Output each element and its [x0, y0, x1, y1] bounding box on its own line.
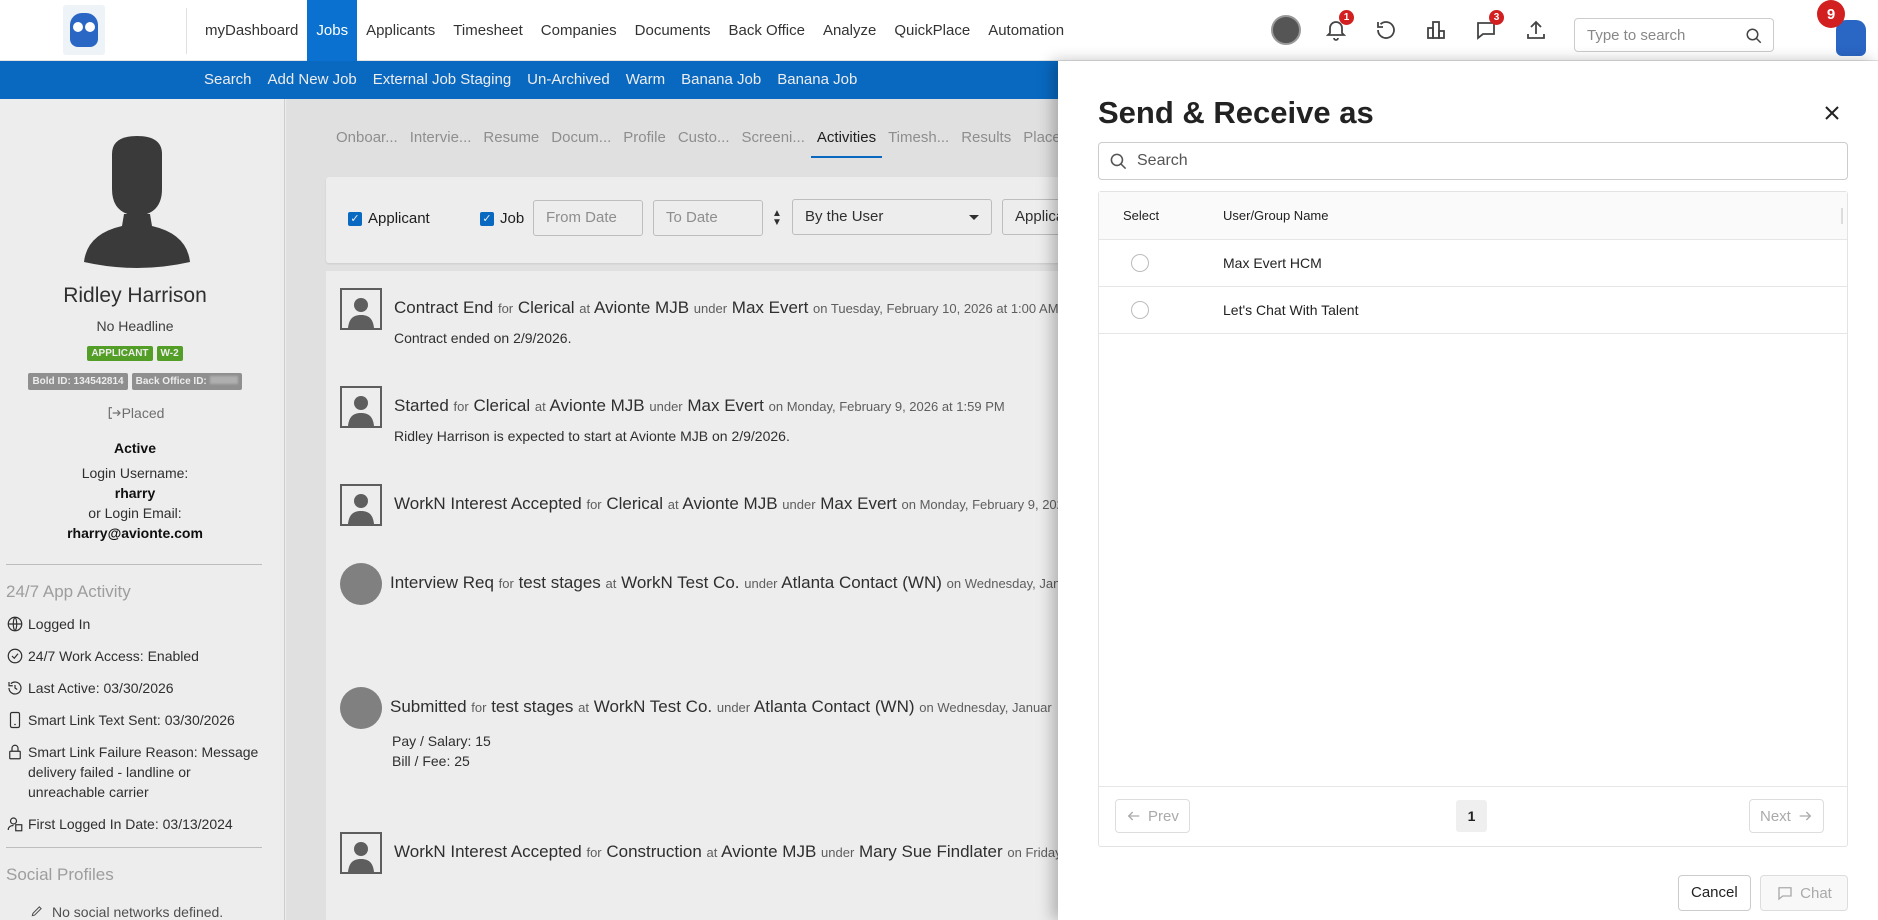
history-icon — [1377, 21, 1395, 39]
arrow-left-icon — [1127, 811, 1140, 821]
search-icon — [1110, 153, 1127, 170]
user-avatar-button[interactable] — [1270, 14, 1302, 46]
owl-logo-icon — [70, 13, 98, 47]
nav-item-applicants[interactable]: Applicants — [357, 0, 444, 61]
global-search-input[interactable]: Type to search — [1574, 18, 1774, 52]
cancel-button[interactable]: Cancel — [1678, 875, 1751, 911]
nav-divider — [186, 8, 187, 54]
avatar — [1271, 15, 1301, 45]
chat-label: Chat — [1800, 884, 1832, 902]
bar-chart-icon — [1427, 21, 1445, 39]
chat-bubble-icon — [1778, 887, 1792, 901]
notifications-button[interactable]: 1 — [1320, 10, 1354, 46]
send-receive-as-panel: Send & Receive as Search Select User/Gro… — [1058, 61, 1878, 920]
history-button[interactable] — [1370, 14, 1402, 46]
select-radio[interactable] — [1131, 254, 1149, 272]
column-resize-handle[interactable] — [1841, 208, 1843, 224]
nav-item-quickplace[interactable]: QuickPlace — [885, 0, 979, 61]
upload-icon — [1527, 20, 1545, 39]
column-select: Select — [1123, 208, 1160, 223]
table-row[interactable]: Let's Chat With Talent — [1099, 287, 1847, 334]
user-group-name: Max Evert HCM — [1223, 255, 1322, 271]
arrow-right-icon — [1799, 811, 1812, 821]
prev-label: Prev — [1148, 807, 1179, 825]
nav-item-back-office[interactable]: Back Office — [720, 0, 814, 61]
reports-button[interactable] — [1420, 14, 1452, 46]
prev-button[interactable]: Prev — [1115, 799, 1190, 833]
table-row[interactable]: Max Evert HCM — [1099, 240, 1847, 287]
nav-item-analyze[interactable]: Analyze — [814, 0, 885, 61]
column-user-group-name[interactable]: User/Group Name — [1223, 208, 1328, 223]
table-header: Select User/Group Name — [1099, 192, 1847, 240]
nav-item-mydashboard[interactable]: myDashboard — [196, 0, 307, 61]
chat-button[interactable]: Chat — [1760, 875, 1848, 911]
modal-backdrop[interactable] — [0, 61, 1058, 920]
messages-button[interactable]: 3 — [1470, 10, 1504, 46]
message-badge: 3 — [1489, 10, 1504, 25]
select-radio[interactable] — [1131, 301, 1149, 319]
search-icon — [1746, 28, 1762, 44]
nav-item-jobs[interactable]: Jobs — [307, 0, 358, 61]
nav-item-companies[interactable]: Companies — [532, 0, 626, 61]
current-page[interactable]: 1 — [1456, 800, 1487, 832]
search-placeholder: Type to search — [1587, 26, 1686, 44]
user-group-table: Select User/Group Name Max Evert HCM Let… — [1098, 191, 1848, 847]
user-group-name: Let's Chat With Talent — [1223, 302, 1359, 318]
app-logo[interactable] — [63, 5, 105, 55]
close-icon[interactable] — [1820, 101, 1844, 125]
pagination: Prev 1 Next — [1099, 786, 1847, 847]
nav-item-automation[interactable]: Automation — [979, 0, 1073, 61]
top-navigation: myDashboard Jobs Applicants Timesheet Co… — [0, 0, 1878, 61]
main-menu: myDashboard Jobs Applicants Timesheet Co… — [196, 0, 1073, 61]
nav-item-timesheet[interactable]: Timesheet — [444, 0, 531, 61]
panel-search-input[interactable]: Search — [1098, 142, 1848, 180]
panel-title: Send & Receive as — [1098, 95, 1374, 130]
upload-button[interactable] — [1520, 14, 1552, 46]
panel-search-placeholder: Search — [1137, 152, 1188, 169]
next-label: Next — [1760, 807, 1791, 825]
next-button[interactable]: Next — [1749, 799, 1824, 833]
user-badge: 9 — [1817, 0, 1845, 28]
user-menu-logo[interactable] — [1836, 20, 1866, 56]
notification-badge: 1 — [1339, 10, 1354, 25]
toolbar-icons: 1 3 — [1270, 10, 1552, 46]
nav-item-documents[interactable]: Documents — [626, 0, 720, 61]
